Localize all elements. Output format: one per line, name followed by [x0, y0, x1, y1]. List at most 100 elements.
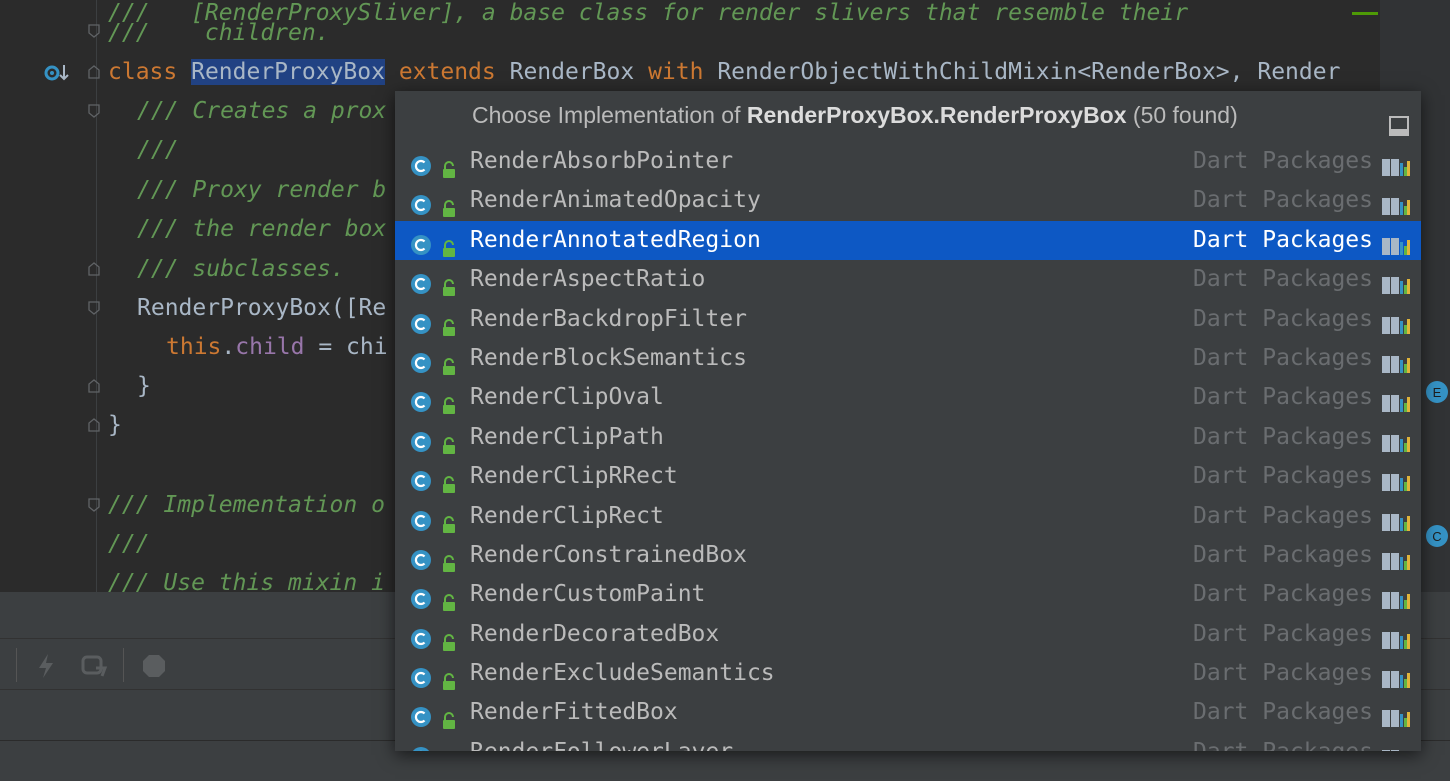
implementation-location: Dart Packages	[1192, 384, 1373, 411]
implementation-row[interactable]: RenderAspectRatio Dart Packages	[395, 260, 1421, 299]
implementation-name: RenderFollowerLayer	[470, 733, 733, 751]
class-name-highlight[interactable]: RenderProxyBox	[191, 59, 385, 85]
implementation-row[interactable]: RenderAnimatedOpacity Dart Packages	[395, 181, 1421, 220]
stop-icon[interactable]	[140, 652, 168, 684]
implementation-list[interactable]: RenderAbsorbPointer Dart Packages RenderAn…	[395, 142, 1421, 751]
code-line: ///	[137, 137, 179, 163]
fold-end-icon[interactable]	[88, 262, 100, 276]
implementation-name: RenderCustomPaint	[470, 581, 706, 608]
class-declaration-line: class RenderProxyBox extends RenderBox w…	[108, 53, 1340, 92]
implementation-location: Dart Packages	[1192, 699, 1373, 726]
implementation-name: RenderAspectRatio	[470, 266, 706, 293]
implementation-name: RenderBackdropFilter	[470, 305, 747, 332]
implementation-location: Dart Packages	[1193, 733, 1373, 751]
implementation-location: Dart Packages	[1192, 344, 1373, 371]
popup-title-count: (50 found)	[1126, 102, 1238, 128]
implementation-row[interactable]: RenderFollowerLayer Dart Packages	[395, 733, 1421, 751]
popup-title-target: RenderProxyBox.RenderProxyBox	[746, 102, 1127, 128]
implementation-location: Dart Packages	[1192, 187, 1373, 214]
code-line: /// Implementation o	[108, 492, 385, 518]
implementation-name: RenderAnnotatedRegion	[470, 226, 761, 253]
implementation-location: Dart Packages	[1192, 660, 1373, 687]
enum-badge-icon: E	[1424, 380, 1450, 408]
implementation-name: RenderFittedBox	[470, 699, 678, 726]
fold-start-icon[interactable]	[88, 498, 100, 512]
implementation-row[interactable]: RenderAbsorbPointer Dart Packages	[395, 142, 1421, 181]
implementation-row[interactable]: RenderExcludeSemantics Dart Packages	[395, 654, 1421, 693]
assignment: = chi	[304, 334, 388, 360]
toolbar-separator	[16, 648, 17, 682]
keyword-this: this	[166, 334, 222, 360]
implementation-location: Dart Packages	[1192, 463, 1373, 490]
popup-title: Choose Implementation of RenderProxyBox.…	[395, 91, 1421, 140]
keyword-extends: extends	[384, 59, 510, 85]
code-line: RenderProxyBox([Re	[137, 295, 387, 321]
fold-start-icon[interactable]	[88, 301, 100, 315]
implementation-row[interactable]: RenderConstrainedBox Dart Packages	[395, 536, 1421, 575]
implementation-name: RenderConstrainedBox	[470, 541, 747, 568]
fold-start-icon[interactable]	[88, 104, 100, 118]
implementation-row[interactable]: RenderClipRect Dart Packages	[395, 497, 1421, 536]
fold-end-icon[interactable]	[88, 24, 100, 38]
implementation-location: Dart Packages	[1192, 581, 1373, 608]
implementation-row[interactable]: RenderClipRRect Dart Packages	[395, 457, 1421, 496]
implementation-name: RenderClipRRect	[470, 463, 678, 490]
implementation-row[interactable]: RenderClipOval Dart Packages	[395, 378, 1421, 417]
base-class: RenderBox	[509, 59, 635, 85]
implementation-name: RenderAnimatedOpacity	[470, 187, 761, 214]
implementation-row[interactable]: RenderAnnotatedRegion Dart Packages	[395, 220, 1421, 261]
class-icon	[410, 742, 432, 751]
hot-restart-icon[interactable]	[80, 652, 108, 684]
implementation-location: Dart Packages	[1192, 148, 1373, 174]
code-line: /// Use this mixin i	[108, 570, 385, 592]
implementation-name: RenderBlockSemantics	[470, 344, 747, 371]
implementation-name: RenderClipPath	[470, 423, 664, 450]
implementation-location: Dart Packages	[1192, 423, 1373, 450]
implementation-name: RenderClipOval	[470, 384, 664, 411]
implementation-gutter-icon[interactable]	[44, 61, 70, 89]
error-stripe-marker[interactable]	[1352, 12, 1378, 15]
code-line: /// the render box	[137, 216, 387, 242]
code-line: this.child = chi	[166, 328, 388, 367]
implementation-location: Dart Packages	[1192, 541, 1373, 568]
field-child: child	[235, 334, 305, 360]
svg-text:E: E	[1433, 385, 1442, 400]
choose-implementation-popup[interactable]: Choose Implementation of RenderProxyBox.…	[395, 91, 1421, 751]
lightning-icon[interactable]	[36, 652, 56, 684]
implementation-name: RenderClipRect	[470, 502, 664, 529]
code-line: /// Proxy render b	[137, 177, 387, 203]
fold-end-icon[interactable]	[88, 418, 100, 432]
toolbar-separator	[123, 648, 124, 682]
code-line: ///	[108, 531, 150, 557]
dot: .	[221, 334, 236, 360]
code-line: }	[137, 373, 151, 399]
public-access-icon	[442, 744, 456, 751]
library-icon	[1382, 743, 1410, 751]
implementation-location: Dart Packages	[1192, 620, 1373, 647]
svg-text:C: C	[1432, 529, 1441, 544]
keyword-with: with	[634, 59, 718, 85]
class-badge-icon: C	[1424, 523, 1450, 553]
implementation-row[interactable]: RenderBlockSemantics Dart Packages	[395, 339, 1421, 378]
implementation-location: Dart Packages	[1192, 305, 1373, 332]
implementation-name: RenderExcludeSemantics	[470, 660, 775, 687]
implementation-row[interactable]: RenderFittedBox Dart Packages	[395, 693, 1421, 732]
code-line: /// children.	[108, 20, 330, 46]
keyword-class: class	[108, 59, 192, 85]
code-line: }	[108, 412, 122, 438]
implementation-row[interactable]: RenderBackdropFilter Dart Packages	[395, 300, 1421, 339]
implementation-name: RenderDecoratedBox	[470, 620, 720, 647]
code-line: /// subclasses.	[137, 256, 345, 282]
implementation-row[interactable]: RenderDecoratedBox Dart Packages	[395, 615, 1421, 654]
implementation-location: Dart Packages	[1192, 502, 1373, 529]
implementation-row[interactable]: RenderCustomPaint Dart Packages	[395, 575, 1421, 614]
implementation-location: Dart Packages	[1192, 226, 1373, 253]
mixin-list: RenderObjectWithChildMixin<RenderBox>, R…	[717, 59, 1341, 85]
implementation-row[interactable]: RenderClipPath Dart Packages	[395, 418, 1421, 457]
fold-start-icon[interactable]	[88, 65, 100, 79]
code-line: /// Creates a prox	[137, 98, 387, 124]
popup-title-prefix: Choose Implementation of	[472, 102, 747, 128]
fold-end-icon[interactable]	[88, 379, 100, 393]
implementation-location: Dart Packages	[1192, 266, 1373, 293]
implementation-name: RenderAbsorbPointer	[470, 148, 734, 174]
